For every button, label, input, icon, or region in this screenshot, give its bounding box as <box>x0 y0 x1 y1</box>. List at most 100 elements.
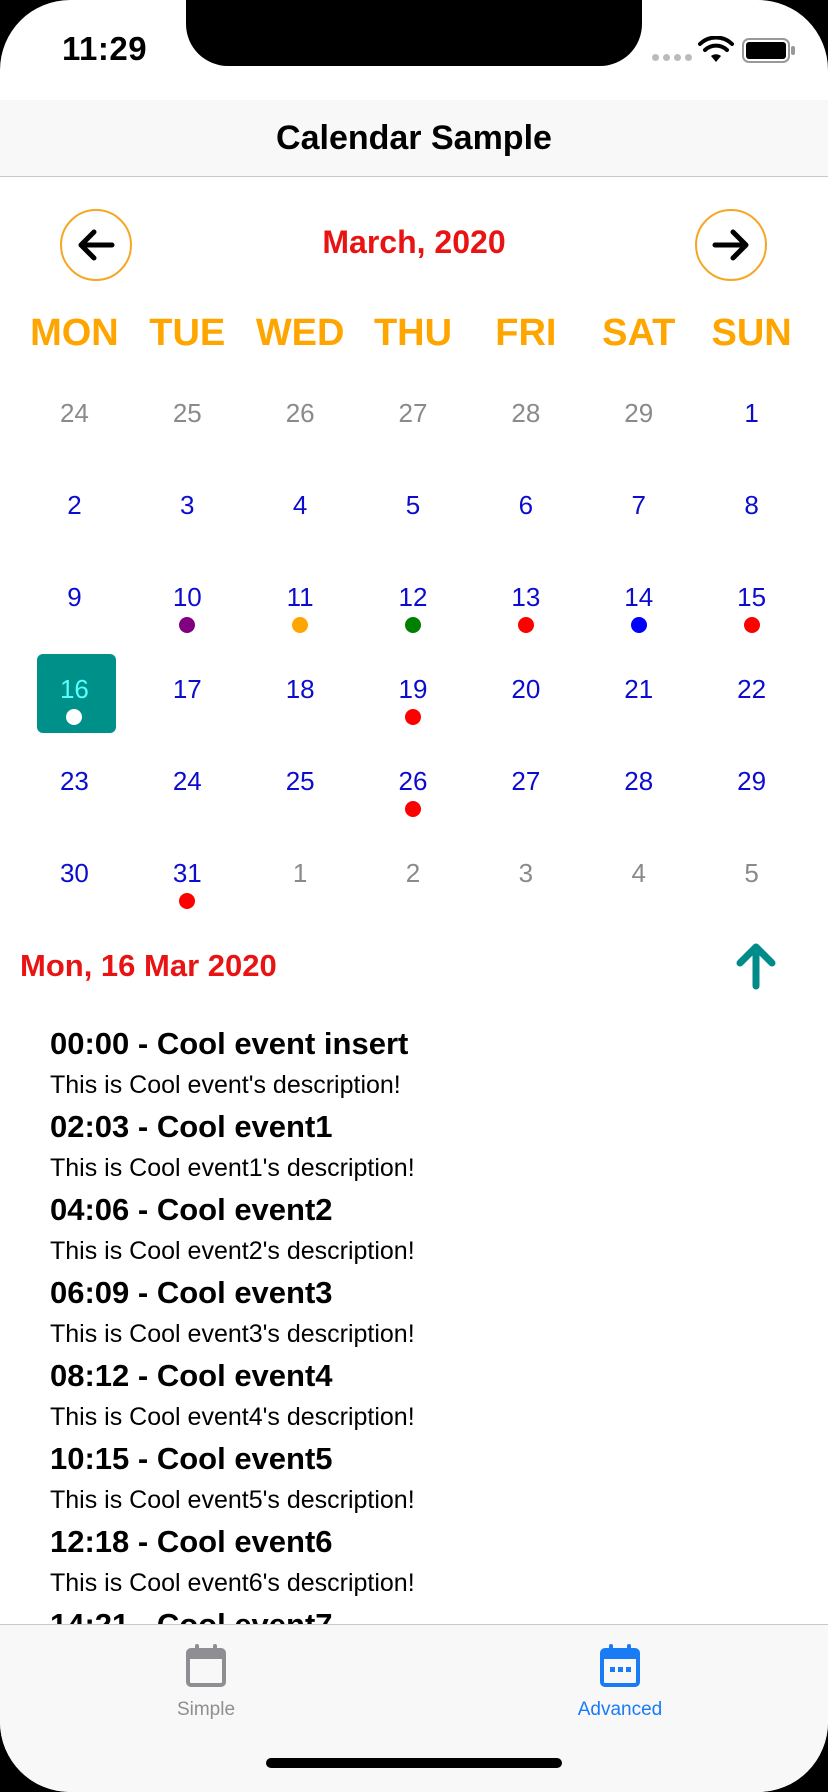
calendar-day[interactable]: 30 <box>18 832 131 924</box>
event-title[interactable]: 02:03 - Cool event1 <box>50 1103 790 1151</box>
calendar-day[interactable]: 8 <box>695 464 808 556</box>
event-title[interactable]: 14:21 - Cool event7 <box>50 1601 790 1624</box>
calendar-day[interactable]: 27 <box>357 372 470 464</box>
calendar-day[interactable]: 21 <box>582 648 695 740</box>
event-dot <box>66 709 83 725</box>
event-title[interactable]: 08:12 - Cool event4 <box>50 1352 790 1400</box>
day-number: 24 <box>59 398 89 428</box>
calendar-day[interactable]: 31 <box>131 832 244 924</box>
day-number: 9 <box>67 582 82 612</box>
event-title[interactable]: 00:00 - Cool event insert <box>50 1020 790 1068</box>
calendar-day[interactable]: 13 <box>469 556 582 648</box>
day-number: 21 <box>624 674 654 704</box>
day-number: 22 <box>737 674 767 704</box>
calendar-day[interactable]: 25 <box>131 372 244 464</box>
day-number: 25 <box>285 766 315 796</box>
calendar-day[interactable]: 24 <box>131 740 244 832</box>
weekday-label: TUE <box>149 312 226 354</box>
calendar-day[interactable]: 3 <box>131 464 244 556</box>
weekday-label: SAT <box>602 312 676 354</box>
calendar-day[interactable]: 2 <box>18 464 131 556</box>
calendar-day[interactable]: 25 <box>244 740 357 832</box>
arrow-right-icon <box>712 229 749 261</box>
day-number: 12 <box>398 582 428 612</box>
calendar-day[interactable]: 3 <box>469 832 582 924</box>
calendar-day[interactable]: 18 <box>244 648 357 740</box>
event-dot <box>743 617 760 633</box>
day-number: 6 <box>518 490 534 520</box>
day-number: 1 <box>292 858 308 888</box>
event-dot <box>630 617 647 633</box>
calendar-day[interactable]: 5 <box>357 464 470 556</box>
event-description: This is Cool event1's description! <box>50 1154 415 1182</box>
weekday-label: SUN <box>711 312 792 354</box>
calendar-day[interactable]: 1 <box>244 832 357 924</box>
calendar-day[interactable]: 4 <box>244 464 357 556</box>
calendar-grid: 24 25 26 27 28 29 1 2 3 4 5 6 7 8 9 10 11 12 13 14 15 16 17 18 1… <box>18 372 808 924</box>
calendar-icon <box>186 1644 226 1687</box>
event-title[interactable]: 04:06 - Cool event2 <box>50 1186 790 1234</box>
event-list: 00:00 - Cool event insert This is Cool ev… <box>50 1020 790 1624</box>
day-number: 2 <box>405 858 421 888</box>
calendar-day[interactable]: 26 <box>244 372 357 464</box>
next-month-button[interactable] <box>695 209 767 281</box>
calendar-day[interactable]: 5 <box>695 832 808 924</box>
calendar-day[interactable]: 11 <box>244 556 357 648</box>
calendar-week-row: 16 17 18 19 20 21 22 <box>18 648 808 740</box>
event-dot <box>292 617 309 633</box>
tab-label: Simple <box>176 1699 236 1720</box>
calendar-day[interactable]: 17 <box>131 648 244 740</box>
day-number: 7 <box>631 490 646 520</box>
calendar-day[interactable]: 1 <box>695 372 808 464</box>
weekday-label: THU <box>373 312 453 354</box>
day-number: 1 <box>744 398 759 428</box>
arrow-up-icon[interactable] <box>730 940 782 992</box>
calendar-day[interactable]: 15 <box>695 556 808 648</box>
day-number: 5 <box>405 490 421 520</box>
tab-simple[interactable]: Simple <box>106 1643 306 1721</box>
calendar-day[interactable]: 27 <box>469 740 582 832</box>
day-number: 11 <box>286 582 314 612</box>
calendar-day[interactable]: 23 <box>18 740 131 832</box>
calendar-week-row: 2 3 4 5 6 7 8 <box>18 464 808 556</box>
day-number: 17 <box>172 674 202 704</box>
calendar-day[interactable]: 29 <box>582 372 695 464</box>
calendar-day[interactable]: 9 <box>18 556 131 648</box>
calendar-day[interactable]: 20 <box>469 648 582 740</box>
event-description: This is Cool event3's description! <box>50 1320 415 1348</box>
event-title[interactable]: 06:09 - Cool event3 <box>50 1269 790 1317</box>
calendar-week-row: 23 24 25 26 27 28 29 <box>18 740 808 832</box>
calendar-day[interactable]: 2 <box>357 832 470 924</box>
calendar-day[interactable]: 24 <box>18 372 131 464</box>
calendar-day-selected[interactable]: 16 <box>18 648 131 740</box>
home-indicator <box>266 1758 562 1768</box>
calendar-day[interactable]: 28 <box>469 372 582 464</box>
calendar-day[interactable]: 22 <box>695 648 808 740</box>
calendar-week-row: 24 25 26 27 28 29 1 <box>18 372 808 464</box>
day-number: 18 <box>285 674 315 704</box>
calendar-day[interactable]: 28 <box>582 740 695 832</box>
calendar-day[interactable]: 7 <box>582 464 695 556</box>
calendar-day[interactable]: 10 <box>131 556 244 648</box>
weekday-label: MON <box>30 312 119 354</box>
day-number: 20 <box>511 674 541 704</box>
weekday-header: MON TUE WED THU FRI SAT SUN <box>18 312 808 355</box>
event-description: This is Cool event5's description! <box>50 1486 415 1514</box>
calendar-day[interactable]: 19 <box>357 648 470 740</box>
day-number: 3 <box>518 858 534 888</box>
calendar-day[interactable]: 6 <box>469 464 582 556</box>
calendar-day[interactable]: 12 <box>357 556 470 648</box>
event-dot <box>405 801 421 817</box>
calendar-day[interactable]: 4 <box>582 832 695 924</box>
event-title[interactable]: 10:15 - Cool event5 <box>50 1435 790 1483</box>
event-description: This is Cool event4's description! <box>50 1403 415 1431</box>
calendar-day[interactable]: 26 <box>357 740 470 832</box>
day-number: 29 <box>624 398 654 428</box>
battery-icon <box>742 38 795 63</box>
calendar-day[interactable]: 29 <box>695 740 808 832</box>
event-dot <box>405 709 421 725</box>
calendar-day[interactable]: 14 <box>582 556 695 648</box>
tab-advanced[interactable]: Advanced <box>520 1643 720 1721</box>
event-title[interactable]: 12:18 - Cool event6 <box>50 1518 790 1566</box>
calendar-week-row: 9 10 11 12 13 14 15 <box>18 556 808 648</box>
